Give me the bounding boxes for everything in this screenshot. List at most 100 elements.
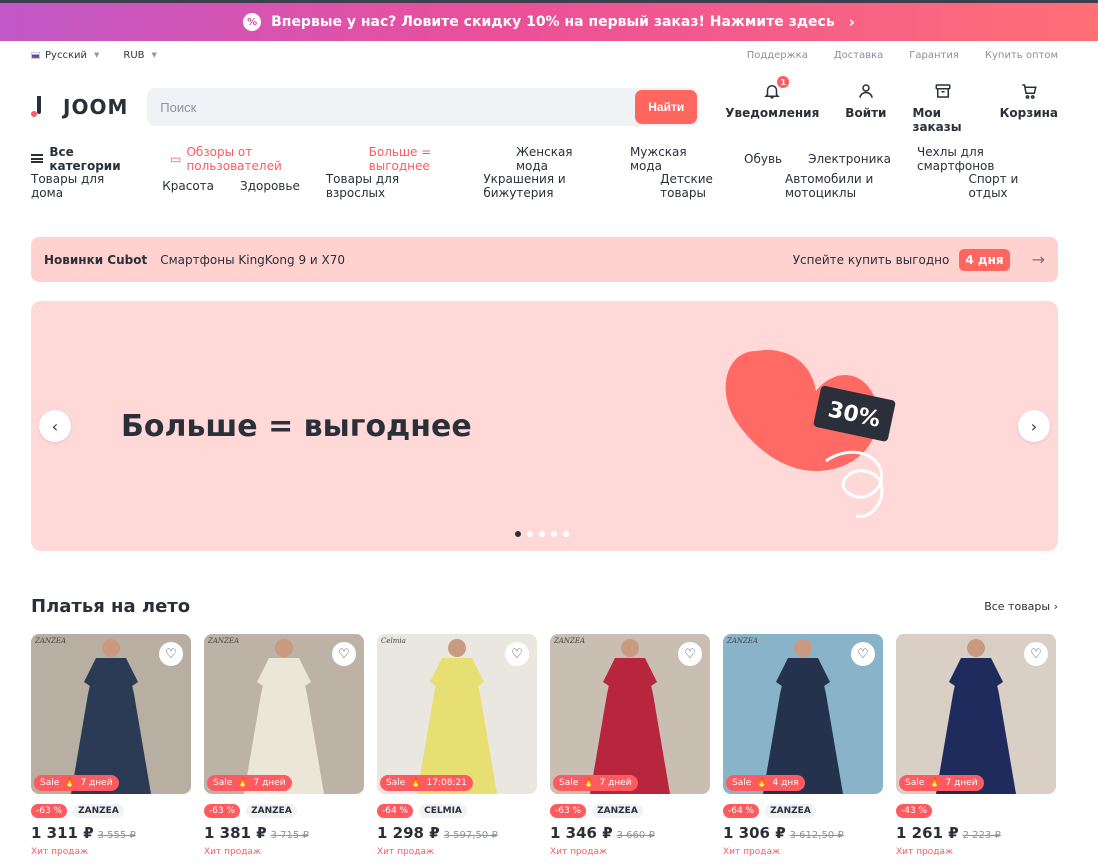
sale-badge: Sale 🔥 7 дней bbox=[34, 775, 119, 791]
logo[interactable]: JOOM bbox=[31, 95, 147, 119]
heart-icon[interactable]: ♡ bbox=[159, 642, 183, 666]
notice-text: Смартфоны KingKong 9 и X70 bbox=[160, 252, 345, 267]
section-header: Платья на лето Все товары › bbox=[31, 596, 1058, 617]
carousel-dot[interactable] bbox=[563, 531, 569, 537]
promo-banner[interactable]: % Впервые у нас? Ловите скидку 10% на пе… bbox=[0, 3, 1098, 41]
product-card[interactable]: Celmia ♡ Sale 🔥 17:08:21 -64 % CELMIA 1 … bbox=[377, 634, 537, 857]
carousel-dot[interactable] bbox=[551, 531, 557, 537]
link-wholesale[interactable]: Купить оптом bbox=[985, 50, 1058, 61]
logo-text: JOOM bbox=[63, 95, 129, 119]
category-auto[interactable]: Автомобили и мотоциклы bbox=[785, 172, 942, 200]
bestseller-tag: Хит продаж bbox=[723, 847, 781, 857]
hero-banner[interactable]: ‹ Больше = выгоднее 30% › bbox=[31, 301, 1058, 551]
all-categories-button[interactable]: Все категории bbox=[31, 145, 144, 173]
category-electronics[interactable]: Электроника bbox=[808, 152, 891, 166]
hero-title: Больше = выгоднее bbox=[121, 409, 472, 444]
dress-illustration bbox=[763, 639, 843, 794]
carousel-prev-button[interactable]: ‹ bbox=[39, 410, 71, 442]
product-card[interactable]: ZANZEA ♡ Sale 🔥 7 дней -63 % ZANZEA 1 31… bbox=[31, 634, 191, 857]
login-button[interactable]: Войти bbox=[845, 80, 886, 134]
fire-icon: 🔥 bbox=[756, 778, 768, 788]
notification-badge: 1 bbox=[777, 76, 790, 88]
category-health[interactable]: Здоровье bbox=[240, 179, 300, 193]
category-kids[interactable]: Детские товары bbox=[660, 172, 759, 200]
category-phone-cases[interactable]: Чехлы для смартфонов bbox=[917, 145, 1058, 173]
gift-icon: ▭ bbox=[170, 151, 182, 166]
logo-mark-icon bbox=[31, 96, 45, 118]
product-image[interactable]: ZANZEA ♡ Sale 🔥 7 дней bbox=[204, 634, 364, 794]
link-warranty[interactable]: Гарантия bbox=[909, 50, 959, 61]
sale-badge: Sale 🔥 7 дней bbox=[899, 775, 984, 791]
all-products-link[interactable]: Все товары › bbox=[984, 600, 1058, 613]
bestseller-tag: Хит продаж bbox=[204, 847, 262, 857]
carousel-dots bbox=[515, 531, 569, 537]
product-price: 1 346 ₽ 3 660 ₽ bbox=[550, 824, 710, 842]
carousel-dot[interactable] bbox=[539, 531, 545, 537]
category-reviews[interactable]: ▭ Обзоры от пользователей bbox=[170, 145, 343, 173]
language-label: Русский bbox=[45, 49, 87, 61]
product-image[interactable]: Celmia ♡ Sale 🔥 17:08:21 bbox=[377, 634, 537, 794]
header: JOOM Найти 1 Уведомления Войти Мои заказ… bbox=[0, 69, 1098, 145]
all-categories-label: Все категории bbox=[49, 144, 121, 173]
language-selector[interactable]: Русский ▼ bbox=[31, 50, 99, 61]
product-card[interactable]: ZANZEA ♡ Sale 🔥 7 дней -63 % ZANZEA 1 34… bbox=[550, 634, 710, 857]
product-card[interactable]: ZANZEA ♡ Sale 🔥 7 дней -63 % ZANZEA 1 38… bbox=[204, 634, 364, 857]
brand-badge: ZANZEA bbox=[246, 804, 297, 818]
product-card[interactable]: ZANZEA ♡ Sale 🔥 4 дня -64 % ZANZEA 1 306… bbox=[723, 634, 883, 857]
heart-icon[interactable]: ♡ bbox=[851, 642, 875, 666]
category-men[interactable]: Мужская мода bbox=[630, 145, 718, 173]
link-delivery[interactable]: Доставка bbox=[834, 50, 883, 61]
notifications-button[interactable]: 1 Уведомления bbox=[725, 76, 819, 134]
bestseller-tag: Хит продаж bbox=[31, 847, 89, 857]
category-sport[interactable]: Спорт и отдых bbox=[968, 172, 1058, 200]
heart-icon[interactable]: ♡ bbox=[332, 642, 356, 666]
product-image[interactable]: ♡ Sale 🔥 7 дней bbox=[896, 634, 1056, 794]
sale-label: Sale bbox=[732, 778, 752, 788]
cart-button[interactable]: Корзина bbox=[1000, 80, 1058, 134]
category-home[interactable]: Товары для дома bbox=[31, 172, 136, 200]
category-more-better[interactable]: Больше = выгоднее bbox=[369, 145, 490, 173]
category-jewelry[interactable]: Украшения и бижутерия bbox=[483, 172, 634, 200]
bestseller-tag: Хит продаж bbox=[377, 847, 435, 857]
price-old: 3 612,50 ₽ bbox=[789, 830, 844, 841]
category-shoes[interactable]: Обувь bbox=[744, 152, 782, 166]
carousel-dot[interactable] bbox=[515, 531, 521, 537]
currency-selector[interactable]: RUB ▼ bbox=[123, 50, 157, 61]
cart-icon bbox=[1022, 84, 1037, 99]
product-image[interactable]: ZANZEA ♡ Sale 🔥 7 дней bbox=[550, 634, 710, 794]
carousel-dot[interactable] bbox=[527, 531, 533, 537]
price-old: 3 715 ₽ bbox=[270, 830, 309, 841]
orders-label: Мои заказы bbox=[912, 106, 962, 134]
orders-button[interactable]: Мои заказы bbox=[912, 80, 973, 134]
chevron-left-icon: ‹ bbox=[51, 416, 59, 436]
product-grid: ZANZEA ♡ Sale 🔥 7 дней -63 % ZANZEA 1 31… bbox=[31, 634, 1056, 857]
heart-icon[interactable]: ♡ bbox=[505, 642, 529, 666]
product-card[interactable]: ♡ Sale 🔥 7 дней -43 % 1 261 ₽ 2 223 ₽ Хи… bbox=[896, 634, 1056, 857]
search-input[interactable] bbox=[147, 99, 628, 115]
bestseller-tag: Хит продаж bbox=[550, 847, 608, 857]
sale-timer: 17:08:21 bbox=[426, 778, 467, 788]
discount-badge: -64 % bbox=[377, 804, 414, 818]
fire-icon: 🔥 bbox=[410, 778, 422, 788]
search-button[interactable]: Найти bbox=[635, 90, 698, 124]
category-women[interactable]: Женская мода bbox=[516, 145, 604, 173]
utility-bar: Русский ▼ RUB ▼ Поддержка Доставка Гаран… bbox=[0, 41, 1098, 69]
promo-notice[interactable]: Новинки Cubot Смартфоны KingKong 9 и X70… bbox=[31, 237, 1058, 282]
arrow-right-icon: → bbox=[1031, 250, 1045, 269]
category-beauty[interactable]: Красота bbox=[162, 179, 214, 193]
product-image[interactable]: ZANZEA ♡ Sale 🔥 7 дней bbox=[31, 634, 191, 794]
heart-icon[interactable]: ♡ bbox=[678, 642, 702, 666]
link-support[interactable]: Поддержка bbox=[747, 50, 808, 61]
product-price: 1 298 ₽ 3 597,50 ₽ bbox=[377, 824, 537, 842]
category-adult[interactable]: Товары для взрослых bbox=[326, 172, 457, 200]
discount-badge: -64 % bbox=[723, 804, 760, 818]
user-icon bbox=[859, 84, 873, 98]
carousel-next-button[interactable]: › bbox=[1018, 410, 1050, 442]
price-current: 1 261 ₽ bbox=[896, 824, 959, 842]
price-old: 3 597,50 ₽ bbox=[443, 830, 498, 841]
sale-badge: Sale 🔥 7 дней bbox=[553, 775, 638, 791]
login-label: Войти bbox=[845, 106, 887, 120]
heart-icon[interactable]: ♡ bbox=[1024, 642, 1048, 666]
notice-brand: Новинки Cubot bbox=[44, 252, 148, 267]
product-image[interactable]: ZANZEA ♡ Sale 🔥 4 дня bbox=[723, 634, 883, 794]
